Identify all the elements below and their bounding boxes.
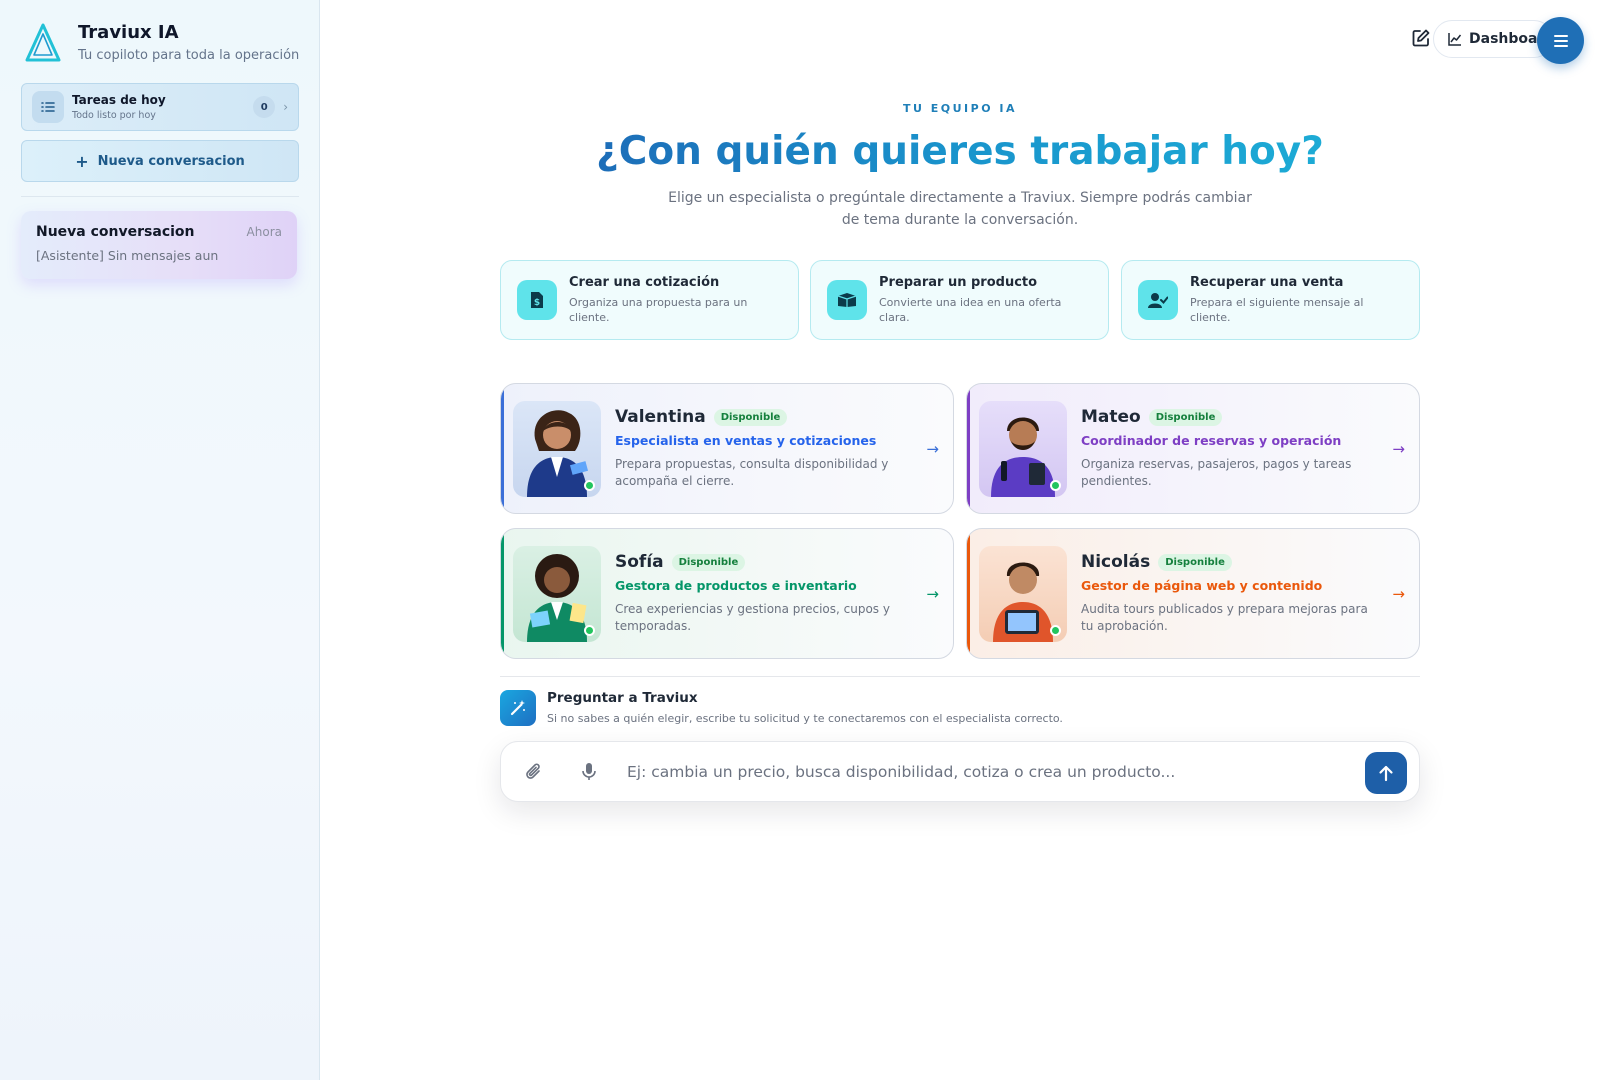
- agent-name: Nicolás: [1081, 552, 1151, 572]
- edit-icon[interactable]: [1411, 28, 1433, 50]
- quick-action-title: Preparar un producto: [879, 275, 1038, 290]
- agent-role: Gestor de página web y contenido: [1081, 578, 1323, 593]
- brand-title: Traviux IA: [78, 22, 179, 43]
- tasks-today-button[interactable]: Tareas de hoy Todo listo por hoy 0 ›: [21, 83, 299, 131]
- quick-action-title: Crear una cotización: [569, 275, 720, 290]
- message-input[interactable]: [627, 756, 1337, 788]
- section-eyebrow: TU EQUIPO IA: [902, 102, 1017, 115]
- conversation-title: Nueva conversacion: [36, 224, 195, 240]
- page-title: ¿Con quién quieres trabajar hoy?: [500, 128, 1420, 176]
- hamburger-icon: [1553, 34, 1568, 47]
- tasks-title: Tareas de hoy: [72, 93, 166, 107]
- agent-card-valentina[interactable]: Valentina Disponible Especialista en ven…: [500, 383, 954, 514]
- conversation-time: Ahora: [246, 225, 282, 239]
- agent-desc: Crea experiencias y gestiona precios, cu…: [615, 602, 890, 633]
- sidebar-divider: [21, 196, 299, 197]
- magic-wand-icon: [500, 690, 536, 726]
- main-divider: [500, 676, 1420, 677]
- plus-icon: +: [75, 151, 89, 171]
- brand-subtitle: Tu copiloto para toda la operación: [78, 48, 300, 63]
- agent-role: Gestora de productos e inventario: [615, 578, 857, 593]
- agent-role: Especialista en ventas y cotizaciones: [615, 433, 877, 448]
- conversation-item[interactable]: Nueva conversacion Ahora [Asistente] Sin…: [21, 211, 297, 279]
- agent-card-nicolas[interactable]: Nicolás Disponible Gestor de página web …: [966, 528, 1420, 659]
- agent-desc: Prepara propuestas, consulta disponibili…: [615, 457, 889, 488]
- chevron-right-icon: ›: [283, 100, 288, 114]
- chart-line-icon: [1448, 33, 1462, 46]
- user-check-icon: [1138, 280, 1178, 320]
- agent-accent-bar: [967, 384, 970, 513]
- quick-action-desc: Prepara el siguiente mensaje al cliente.: [1190, 296, 1364, 324]
- arrow-up-icon: [1379, 765, 1393, 782]
- new-conversation-label: Nueva conversacion: [97, 153, 245, 169]
- tasks-subtitle: Todo listo por hoy: [72, 110, 156, 121]
- agent-avatar: [513, 545, 601, 642]
- tasks-count-badge: 0: [253, 96, 276, 118]
- new-conversation-button[interactable]: + Nueva conversacion: [21, 140, 299, 182]
- agent-accent-bar: [501, 384, 504, 513]
- arrow-right-icon: →: [1392, 585, 1405, 603]
- agent-desc: Organiza reservas, pasajeros, pagos y ta…: [1081, 457, 1352, 488]
- dashboard-label: Dashboa: [1469, 31, 1538, 47]
- agent-card-mateo[interactable]: Mateo Disponible Coordinador de reservas…: [966, 383, 1420, 514]
- list-icon: [32, 91, 64, 123]
- online-status-dot: [584, 479, 595, 491]
- svg-text:$: $: [534, 298, 540, 308]
- agent-role: Coordinador de reservas y operación: [1081, 433, 1342, 448]
- box-icon: [827, 280, 867, 320]
- online-status-dot: [584, 624, 595, 636]
- status-badge: Disponible: [713, 408, 788, 426]
- agent-name: Mateo: [1081, 407, 1141, 427]
- document-dollar-icon: $: [517, 280, 557, 320]
- agent-name: Sofía: [615, 552, 664, 572]
- agent-avatar: [979, 545, 1067, 642]
- page-subtitle: Elige un especialista o pregúntale direc…: [668, 190, 1252, 228]
- status-badge: Disponible: [1158, 553, 1232, 571]
- quick-action-desc: Organiza una propuesta para un cliente.: [569, 296, 748, 324]
- quick-action-title: Recuperar una venta: [1190, 275, 1344, 290]
- ask-traviux-subtitle: Si no sabes a quién elegir, escribe tu s…: [547, 712, 1063, 725]
- arrow-right-icon: →: [926, 440, 939, 458]
- arrow-right-icon: →: [926, 585, 939, 603]
- brand: Traviux IA Tu copiloto para toda la oper…: [24, 22, 299, 64]
- agent-avatar: [513, 400, 601, 497]
- quick-action-desc: Convierte una idea en una oferta clara.: [879, 296, 1062, 324]
- status-badge: Disponible: [1148, 408, 1223, 426]
- agent-desc: Audita tours publicados y prepara mejora…: [1081, 602, 1368, 633]
- online-status-dot: [1050, 624, 1061, 636]
- status-badge: Disponible: [671, 553, 746, 571]
- agent-avatar: [979, 400, 1067, 497]
- quick-action-recover-sale[interactable]: Recuperar una venta Prepara el siguiente…: [1121, 260, 1420, 340]
- message-composer: [500, 741, 1420, 802]
- online-status-dot: [1050, 479, 1061, 491]
- send-button[interactable]: [1365, 752, 1407, 794]
- microphone-icon[interactable]: [581, 762, 597, 786]
- paperclip-icon[interactable]: [525, 762, 543, 786]
- quick-action-create-quote[interactable]: $ Crear una cotización Organiza una prop…: [500, 260, 799, 340]
- sidebar: Traviux IA Tu copiloto para toda la oper…: [0, 0, 320, 1080]
- dashboard-button[interactable]: Dashboa: [1433, 20, 1553, 58]
- quick-action-prepare-product[interactable]: Preparar un producto Convierte una idea …: [810, 260, 1109, 340]
- arrow-right-icon: →: [1392, 440, 1405, 458]
- agent-accent-bar: [501, 529, 504, 658]
- agent-accent-bar: [967, 529, 970, 658]
- menu-button[interactable]: [1537, 17, 1584, 64]
- agent-name: Valentina: [615, 407, 706, 427]
- agent-card-sofia[interactable]: Sofía Disponible Gestora de productos e …: [500, 528, 954, 659]
- conversation-preview: [Asistente] Sin mensajes aun: [36, 248, 219, 263]
- ask-traviux-title: Preguntar a Traviux: [547, 690, 698, 706]
- traviux-logo-icon: [25, 23, 61, 62]
